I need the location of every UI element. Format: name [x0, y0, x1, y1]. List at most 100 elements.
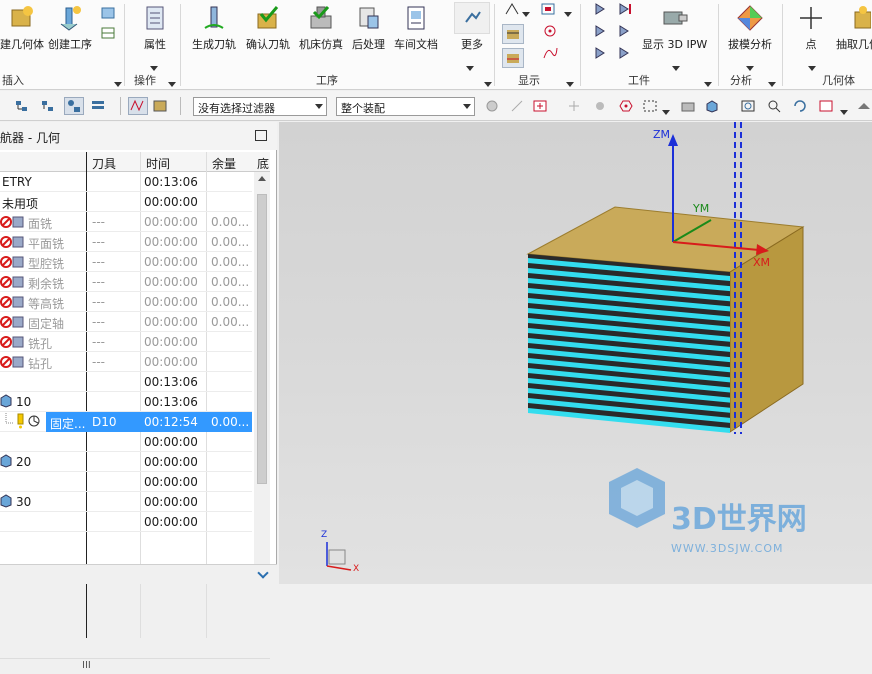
triad-z-label: Z [321, 530, 328, 540]
row-time: 00:13:06 [144, 175, 198, 189]
navigator-row[interactable]: 型腔铣 --- 00:00:00 0.00... [0, 252, 252, 272]
navigator-row[interactable]: 面铣 --- 00:00:00 0.00... [0, 212, 252, 232]
display-ipw-icon[interactable] [502, 48, 524, 68]
navigator-row[interactable]: 剩余铣 --- 00:00:00 0.00... [0, 272, 252, 292]
draft-analysis-button[interactable]: 拔模分析 [728, 2, 772, 52]
extract-geometry-icon [843, 2, 872, 34]
scroll-up-icon[interactable] [258, 176, 266, 181]
point-snap-icon[interactable] [566, 99, 582, 113]
display-circle-icon[interactable] [542, 24, 558, 38]
display-dropdown-icon[interactable] [566, 76, 574, 90]
orient-dropdown-icon[interactable] [840, 104, 848, 118]
operations-dropdown-icon[interactable] [168, 76, 176, 90]
analysis-dropdown-icon[interactable] [768, 76, 776, 90]
navigator-row[interactable]: ETRY 00:13:06 [0, 172, 252, 192]
properties-button[interactable]: 属性 [140, 2, 170, 52]
insert-dropdown-icon[interactable] [114, 76, 122, 90]
toolpath-animation-icon[interactable] [152, 99, 168, 113]
navigator-row[interactable]: 20 00:00:00 [0, 452, 252, 472]
zoom-icon[interactable] [766, 99, 782, 113]
rectangle-select-icon[interactable] [642, 99, 658, 113]
small-grid-icon[interactable] [100, 26, 116, 40]
play-end-icon[interactable] [618, 2, 634, 16]
fit-view-icon[interactable] [740, 99, 756, 113]
display-toolpath-dropdown-icon[interactable] [522, 6, 530, 20]
graphics-viewport[interactable]: ZM YM XM Z X 3D世界网 WWW.3DSJW.COM [279, 122, 872, 584]
cube-view-icon[interactable] [704, 99, 720, 113]
column-floor[interactable]: 底 [257, 155, 269, 172]
ipw-dropdown-icon[interactable] [672, 60, 680, 74]
play-next-icon[interactable] [618, 24, 634, 38]
rotate-icon[interactable] [792, 99, 808, 113]
selection-filter-dropdown[interactable]: 没有选择过滤器 [193, 97, 327, 116]
play-step-icon[interactable] [594, 24, 610, 38]
horizontal-scrollbar[interactable]: III [0, 658, 270, 674]
play-stop-icon[interactable] [618, 46, 634, 60]
navigator-row[interactable]: 固定轴 --- 00:00:00 0.00... [0, 312, 252, 332]
navigator-row[interactable]: 平面铣 --- 00:00:00 0.00... [0, 232, 252, 252]
navigator-row[interactable]: 钻孔 --- 00:00:00 [0, 352, 252, 372]
more-dropdown-icon[interactable] [466, 60, 474, 74]
row-stock: 0.00... [211, 255, 250, 269]
extract-geometry-button[interactable]: 抽取几何 [836, 2, 872, 52]
tools-dropdown-icon[interactable] [704, 76, 712, 90]
navigator-row[interactable]: 未用项 00:00:00 [0, 192, 252, 212]
program-order-view-icon[interactable] [14, 99, 30, 113]
display-box-dropdown-icon[interactable] [564, 6, 572, 20]
ribbon: 建几何体 创建工序 插入 属性 操作 生成刀轨 确认刀轨 机床仿真 后处理 车间… [0, 0, 872, 90]
machine-simulation-button[interactable]: 机床仿真 [299, 2, 343, 52]
snap-icon[interactable] [484, 99, 500, 113]
display-stock-icon[interactable] [502, 24, 524, 44]
machining-method-view-icon[interactable] [90, 99, 106, 113]
navigator-row[interactable]: 10 00:13:06 [0, 392, 252, 412]
orient-view-icon[interactable] [818, 99, 834, 113]
play-back-icon[interactable] [594, 46, 610, 60]
navigator-row[interactable]: 00:00:00 [0, 472, 252, 492]
display-toolpath-icon[interactable] [504, 2, 520, 16]
assembly-scope-dropdown[interactable]: 整个装配 [336, 97, 475, 116]
vertical-scrollbar[interactable] [254, 172, 270, 658]
small-tool-icon[interactable] [100, 6, 116, 20]
maximize-icon[interactable] [255, 130, 267, 141]
row-tool: --- [92, 235, 105, 249]
more-button[interactable]: 更多 [454, 2, 490, 52]
display-3d-ipw-button[interactable]: 显示 3D IPW [642, 2, 707, 52]
navigator-row[interactable]: 00:00:00 [0, 432, 252, 452]
play-forward-icon[interactable] [594, 2, 610, 16]
scroll-thumb[interactable] [257, 194, 267, 484]
toolpath-display-icon[interactable] [128, 97, 148, 115]
machine-tool-view-icon[interactable] [40, 99, 56, 113]
navigator-row[interactable]: 30 00:00:00 [0, 492, 252, 512]
navigator-row[interactable]: 等高铣 --- 00:00:00 0.00... [0, 292, 252, 312]
shaded-view-icon[interactable] [680, 99, 696, 113]
column-stock[interactable]: 余量 [212, 155, 236, 172]
group-insert-label: 插入 [2, 74, 24, 87]
navigator-row[interactable]: 00:00:00 [0, 512, 252, 532]
render-style-icon[interactable] [856, 99, 872, 113]
postprocess-button[interactable]: 后处理 [352, 2, 385, 52]
generate-toolpath-icon [199, 2, 229, 34]
shop-document-button[interactable]: 车间文档 [394, 2, 438, 52]
create-geometry-button[interactable]: 建几何体 [0, 2, 44, 52]
navigator-row[interactable]: 铣孔 --- 00:00:00 [0, 332, 252, 352]
column-tool[interactable]: 刀具 [92, 155, 116, 172]
hex-select-icon[interactable] [618, 99, 634, 113]
verify-toolpath-button[interactable]: 确认刀轨 [246, 2, 290, 52]
column-time[interactable]: 时间 [146, 155, 170, 172]
navigator-row[interactable]: 固定... D10 00:12:54 0.00... [0, 412, 252, 432]
snap-arrow-icon[interactable] [510, 99, 526, 113]
generate-toolpath-button[interactable]: 生成刀轨 [192, 2, 236, 52]
geometry-view-icon[interactable] [64, 97, 84, 115]
navigator-row[interactable]: 00:13:06 [0, 372, 252, 392]
add-selection-icon[interactable] [532, 99, 548, 113]
process-dropdown-icon[interactable] [484, 76, 492, 90]
point-button[interactable]: 点 [796, 2, 826, 52]
create-operation-button[interactable]: 创建工序 [48, 2, 92, 52]
point-dropdown-icon[interactable] [808, 60, 816, 74]
display-curve-icon[interactable] [542, 46, 558, 60]
select-dropdown-icon[interactable] [662, 104, 670, 118]
chevron-down-icon[interactable] [257, 567, 269, 579]
drag-snap-icon[interactable] [592, 99, 608, 113]
row-name: 剩余铣 [28, 277, 65, 291]
display-box-icon[interactable] [540, 2, 556, 16]
